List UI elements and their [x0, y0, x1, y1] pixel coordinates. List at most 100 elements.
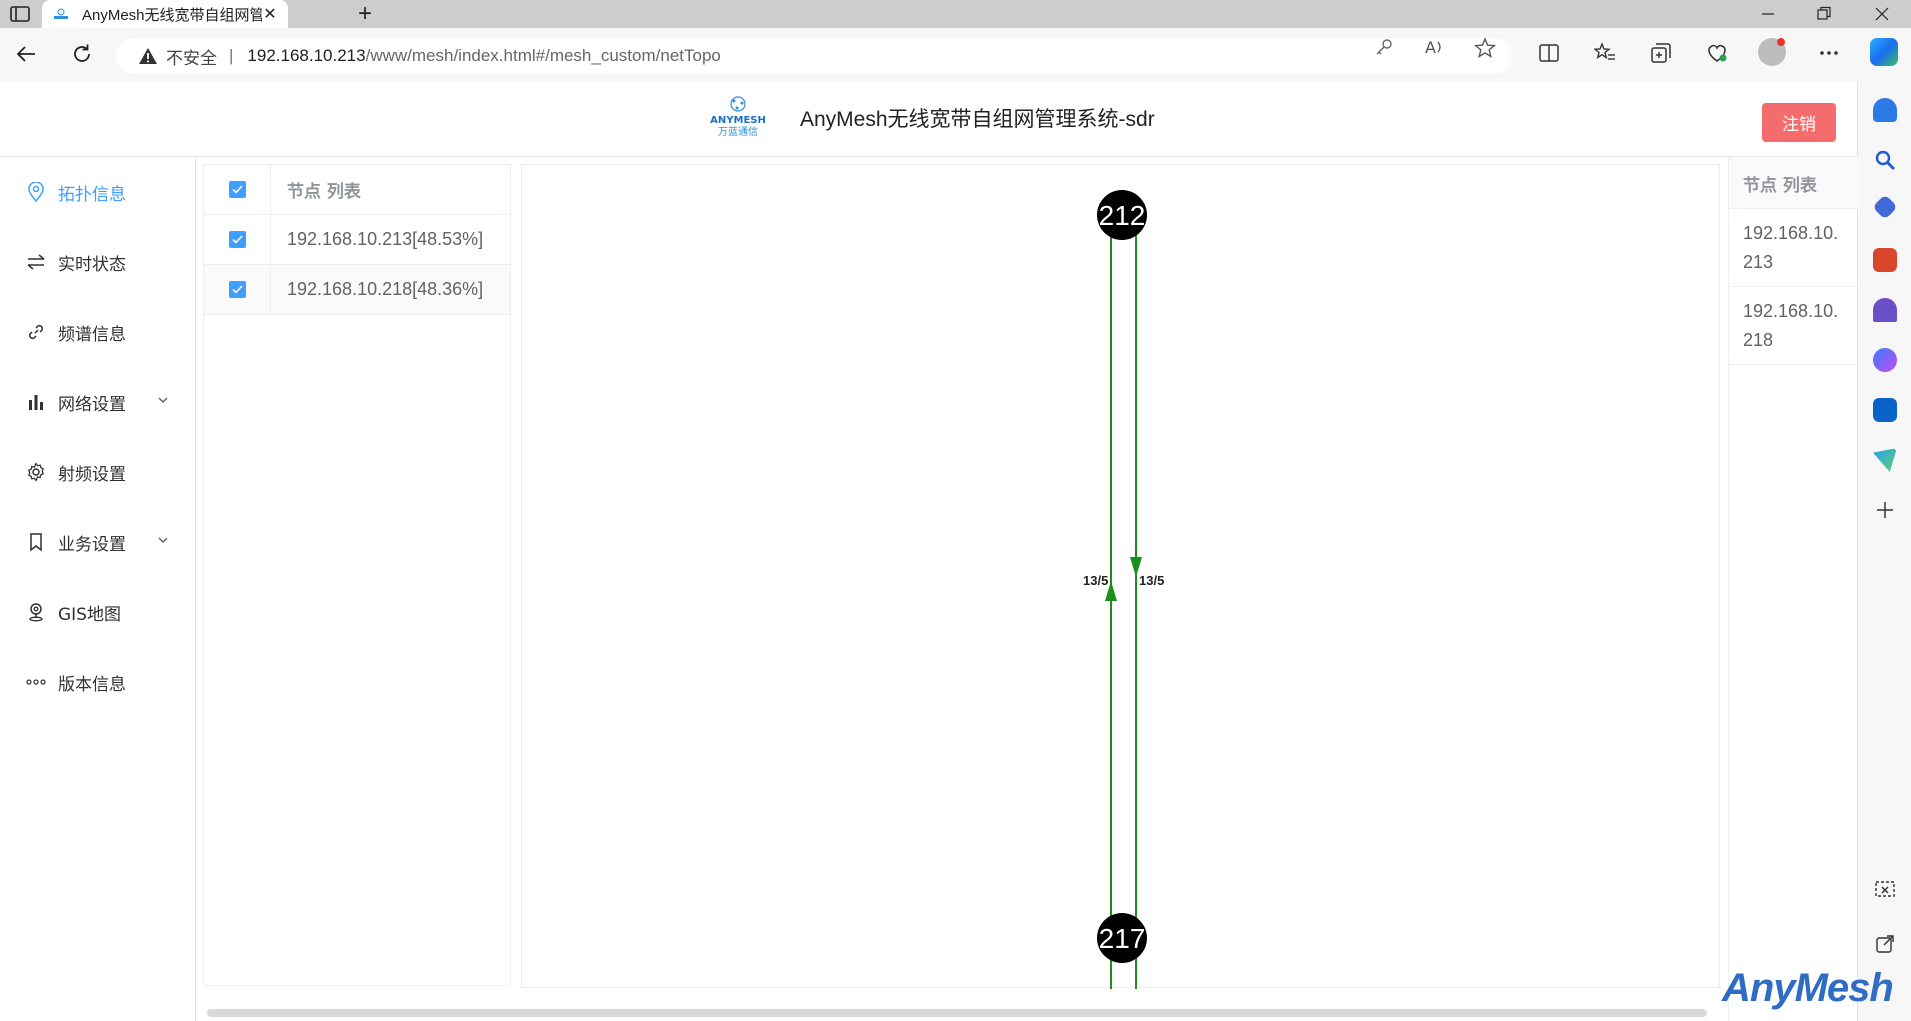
more-options-icon[interactable] — [1818, 42, 1840, 64]
send-icon[interactable] — [1873, 448, 1897, 472]
back-icon[interactable] — [14, 42, 38, 66]
node-label: 192.168.10.213[48.53%] — [287, 229, 484, 249]
nav-label: 拓扑信息 — [58, 184, 126, 205]
browser-toolbar: 不安全 | 192.168.10.213/www/mesh/index.html… — [0, 28, 1911, 82]
link-217-to-212: 13/5 — [1083, 209, 1117, 1005]
link-label-down: 13/5 — [1139, 573, 1164, 588]
topology-graph: 13/5 13/5 212 217 — [1083, 190, 1164, 1005]
close-window-icon[interactable] — [1874, 6, 1890, 22]
open-external-icon[interactable] — [1873, 932, 1897, 956]
collections-icon[interactable] — [1650, 42, 1672, 64]
split-screen-icon[interactable] — [1538, 42, 1560, 64]
nav-item-service-settings[interactable]: 业务设置 — [0, 507, 196, 577]
nav-label: 版本信息 — [58, 674, 126, 695]
list-item-line2: 218 — [1743, 330, 1774, 350]
nav-label: 射频设置 — [58, 464, 126, 485]
app-title: AnyMesh无线宽带自组网管理系统-sdr — [800, 108, 1155, 131]
edge-sidebar — [1857, 82, 1911, 1021]
anymesh-favicon-icon — [54, 8, 68, 19]
add-icon[interactable] — [1873, 498, 1897, 522]
outlook-icon[interactable] — [1873, 398, 1897, 422]
bell-icon[interactable] — [1873, 98, 1897, 122]
chevron-down-icon — [158, 537, 168, 543]
list-item[interactable]: 192.168.10. 213 — [1729, 209, 1858, 287]
refresh-icon[interactable] — [70, 42, 94, 66]
nav-label: 实时状态 — [58, 254, 126, 275]
bar-chart-icon — [26, 392, 46, 412]
browser-tab[interactable]: AnyMesh无线宽带自组网管理系统 ✕ — [42, 0, 288, 28]
logo-text: ANYMESH — [710, 115, 766, 126]
node-table-header-label: 节点 列表 — [287, 182, 361, 202]
node-table-header: 节点 列表 — [204, 164, 510, 215]
row-checkbox[interactable] — [228, 231, 246, 248]
table-row[interactable]: 192.168.10.218[48.36%] — [204, 264, 510, 315]
horizontal-scrollbar[interactable] — [207, 1009, 1707, 1017]
link-icon — [26, 322, 46, 342]
security-status[interactable]: 不安全 — [166, 44, 217, 69]
nav-label: 业务设置 — [58, 534, 126, 555]
list-item-line1: 192.168.10. — [1743, 301, 1839, 321]
nav-item-version-info[interactable]: 版本信息 — [0, 647, 196, 717]
new-tab-button[interactable]: + — [358, 2, 372, 26]
key-icon[interactable] — [1374, 37, 1394, 57]
copilot-icon[interactable] — [1870, 38, 1898, 66]
nav-label: 频谱信息 — [58, 324, 126, 345]
favorite-star-icon[interactable] — [1474, 37, 1496, 59]
node-table: 节点 列表 192.168.10.213[48.53%] 192.168.10.… — [203, 164, 511, 986]
location-pin-icon — [26, 182, 46, 202]
nav-item-rf-settings[interactable]: 射频设置 — [0, 437, 196, 507]
nav-item-realtime-status[interactable]: 实时状态 — [0, 227, 196, 297]
warning-icon — [139, 48, 157, 64]
games-icon[interactable] — [1873, 298, 1897, 322]
nav-label: 网络设置 — [58, 394, 126, 415]
link-212-to-217: 13/5 — [1130, 209, 1164, 1005]
list-item-line1: 192.168.10. — [1743, 223, 1839, 243]
left-nav: 拓扑信息 实时状态 频谱信息 网络设置 射频设置 业务设置 GIS地图 版本信息 — [0, 157, 196, 1021]
row-checkbox[interactable] — [228, 281, 246, 298]
topology-node-212[interactable]: 212 — [1097, 190, 1147, 240]
minimize-icon[interactable] — [1760, 6, 1776, 22]
nav-item-topology[interactable]: 拓扑信息 — [0, 157, 196, 227]
right-node-list: 节点 列表 192.168.10. 213 192.168.10. 218 — [1728, 157, 1858, 1021]
nav-item-network-settings[interactable]: 网络设置 — [0, 367, 196, 437]
logo-subtext: 万蓝通信 — [718, 126, 758, 138]
search-icon[interactable] — [1873, 148, 1897, 172]
map-pin-icon — [26, 602, 46, 622]
node-id: 217 — [1099, 923, 1146, 954]
gear-icon — [26, 462, 46, 482]
browser-essentials-icon[interactable] — [1706, 42, 1728, 64]
table-row[interactable]: 192.168.10.213[48.53%] — [204, 214, 510, 265]
right-list-header: 节点 列表 — [1729, 157, 1858, 209]
select-all-checkbox[interactable] — [228, 181, 246, 198]
anymesh-logo: ANYMESH 万蓝通信 — [710, 96, 766, 138]
node-id: 212 — [1099, 200, 1146, 231]
url-path: /www/mesh/index.html#/mesh_custom/netTop… — [365, 46, 721, 65]
profile-avatar[interactable] — [1758, 38, 1786, 66]
tools-icon[interactable] — [1873, 248, 1897, 272]
browser-tab-strip: AnyMesh无线宽带自组网管理系统 ✕ + — [0, 0, 1911, 28]
tab-title: AnyMesh无线宽带自组网管理系统 — [82, 6, 262, 24]
shopping-tag-icon[interactable] — [1872, 194, 1898, 220]
node-label: 192.168.10.218[48.36%] — [287, 279, 484, 299]
favorites-icon[interactable] — [1594, 42, 1616, 64]
read-aloud-icon[interactable]: A — [1424, 37, 1446, 57]
address-bar[interactable]: 不安全 | 192.168.10.213/www/mesh/index.html… — [116, 38, 1512, 74]
nav-item-spectrum[interactable]: 频谱信息 — [0, 297, 196, 367]
logout-button[interactable]: 注销 — [1762, 103, 1836, 142]
nav-label: GIS地图 — [58, 604, 121, 625]
tab-actions-icon[interactable] — [8, 4, 32, 24]
microsoft365-icon[interactable] — [1873, 348, 1897, 372]
topology-node-217[interactable]: 217 — [1097, 913, 1147, 963]
list-item[interactable]: 192.168.10. 218 — [1729, 287, 1858, 365]
topology-canvas[interactable]: 13/5 13/5 212 217 — [521, 164, 1720, 1005]
nav-item-gis-map[interactable]: GIS地图 — [0, 577, 196, 647]
notification-dot — [1777, 38, 1785, 46]
svg-text:A: A — [1425, 38, 1436, 57]
anymesh-watermark: AnyMesh — [1722, 966, 1894, 1010]
screenshot-icon[interactable] — [1873, 878, 1897, 902]
url-host: 192.168.10.213 — [247, 46, 366, 65]
more-dots-icon — [26, 672, 46, 692]
restore-icon[interactable] — [1816, 6, 1832, 22]
address-separator: | — [229, 46, 234, 65]
tab-close-icon[interactable]: ✕ — [262, 4, 278, 24]
